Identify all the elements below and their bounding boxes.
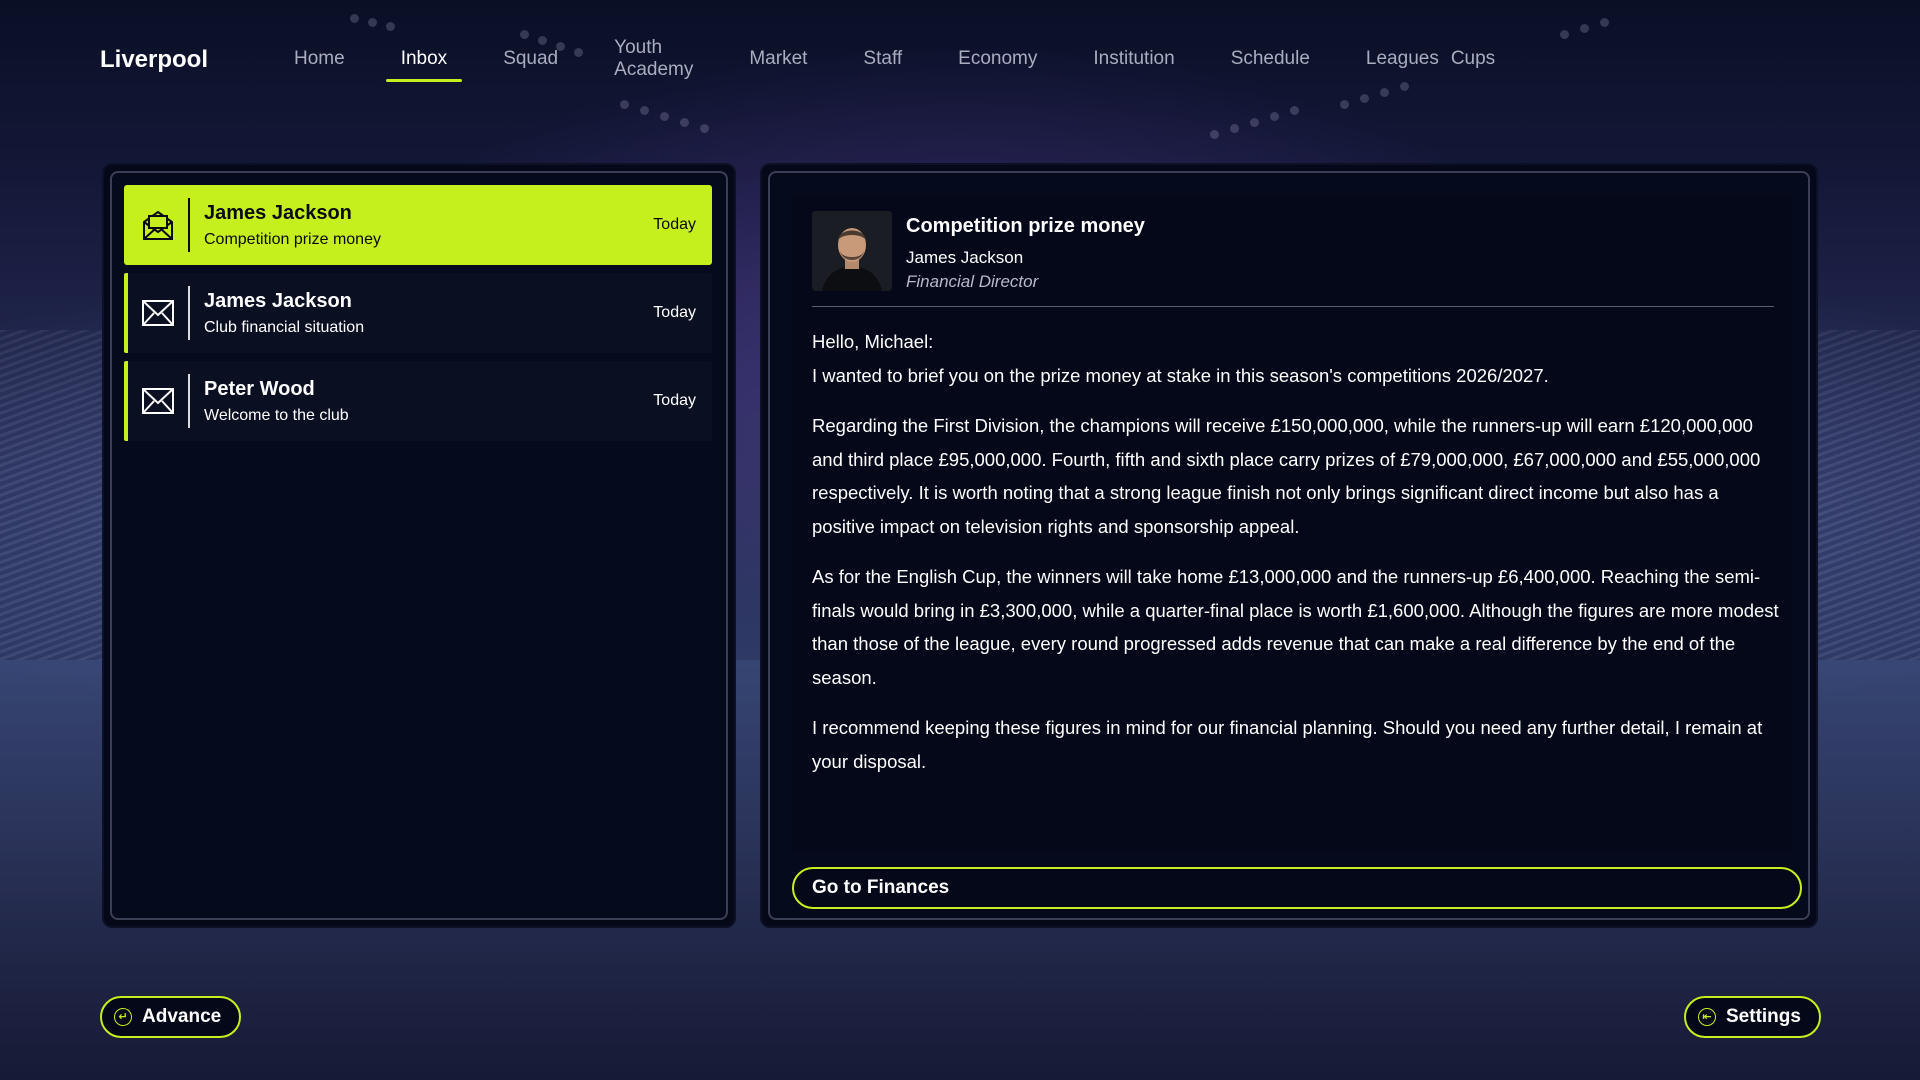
item-divider bbox=[188, 286, 190, 340]
message-panel-frame: Competition prize money James Jackson Fi… bbox=[768, 171, 1810, 920]
inbox-item-sender: James Jackson bbox=[204, 201, 352, 224]
inbox-item-text: James Jackson Club financial situation bbox=[204, 290, 653, 337]
stands-right-background bbox=[1810, 330, 1920, 660]
message-greeting: Hello, Michael: bbox=[812, 331, 934, 352]
enter-icon: ↵ bbox=[114, 1008, 132, 1026]
inbox-item-sender: James Jackson bbox=[204, 289, 352, 312]
envelope-open-icon bbox=[128, 185, 188, 265]
settings-button[interactable]: ⇤ Settings bbox=[1684, 996, 1821, 1038]
stands-left-background bbox=[0, 330, 110, 660]
nav-item-home[interactable]: Home bbox=[279, 42, 360, 78]
message-sender-role: Financial Director bbox=[906, 272, 1039, 291]
nav-item-staff[interactable]: Staff bbox=[848, 42, 917, 78]
inbox-item-date: Today bbox=[653, 392, 696, 409]
club-name: Liverpool bbox=[100, 46, 209, 73]
nav-item-inbox[interactable]: Inbox bbox=[385, 42, 463, 82]
person-avatar-icon bbox=[812, 211, 892, 291]
inbox-item-subject: Competition prize money bbox=[204, 230, 381, 248]
nav-item-cups[interactable]: Cups bbox=[1445, 42, 1510, 78]
inbox-item[interactable]: Peter Wood Welcome to the club Today bbox=[124, 361, 712, 441]
stadium-lights-decoration bbox=[0, 0, 1920, 160]
nav-item-economy[interactable]: Economy bbox=[943, 42, 1052, 78]
inbox-item-text: James Jackson Competition prize money bbox=[204, 202, 653, 249]
message-body: Hello, Michael: I wanted to brief you on… bbox=[812, 325, 1782, 795]
inbox-item-text: Peter Wood Welcome to the club bbox=[204, 378, 653, 425]
nav-item-institution[interactable]: Institution bbox=[1078, 42, 1189, 78]
message-paragraph: As for the English Cup, the winners will… bbox=[812, 566, 1779, 688]
go-to-finances-button[interactable]: Go to Finances bbox=[792, 867, 1802, 909]
item-divider bbox=[188, 374, 190, 428]
inbox-item[interactable]: James Jackson Club financial situation T… bbox=[124, 273, 712, 353]
message-header: Competition prize money James Jackson Fi… bbox=[812, 211, 1774, 307]
inbox-item-date: Today bbox=[653, 216, 696, 233]
inbox-item-sender: Peter Wood bbox=[204, 377, 315, 400]
item-divider bbox=[188, 198, 190, 252]
advance-button-label: Advance bbox=[142, 1006, 222, 1027]
message-paragraph: I recommend keeping these figures in min… bbox=[812, 717, 1763, 772]
message-paragraph: I wanted to brief you on the prize money… bbox=[812, 364, 1549, 386]
nav-item-youth-academy[interactable]: Youth Academy bbox=[599, 31, 708, 89]
top-navigation: Liverpool Home Inbox Squad Youth Academy… bbox=[100, 37, 1520, 82]
message-view: Competition prize money James Jackson Fi… bbox=[792, 195, 1792, 851]
advance-button[interactable]: ↵ Advance bbox=[100, 996, 242, 1038]
inbox-panel: James Jackson Competition prize money To… bbox=[102, 163, 736, 928]
nav-item-leagues[interactable]: Leagues bbox=[1351, 42, 1445, 78]
envelope-icon bbox=[128, 273, 188, 353]
message-sender: James Jackson bbox=[906, 248, 1024, 267]
nav-item-squad[interactable]: Squad bbox=[488, 42, 573, 78]
nav-item-schedule[interactable]: Schedule bbox=[1216, 42, 1325, 78]
inbox-item-date: Today bbox=[653, 304, 696, 321]
settings-button-label: Settings bbox=[1726, 1006, 1801, 1027]
nav-item-market[interactable]: Market bbox=[734, 42, 822, 78]
envelope-icon bbox=[128, 361, 188, 441]
inbox-item-subject: Welcome to the club bbox=[204, 406, 349, 424]
inbox-list: James Jackson Competition prize money To… bbox=[124, 185, 712, 449]
message-title: Competition prize money bbox=[906, 215, 1145, 237]
inbox-panel-frame: James Jackson Competition prize money To… bbox=[110, 171, 728, 920]
exit-icon: ⇤ bbox=[1698, 1008, 1716, 1026]
message-paragraph: Regarding the First Division, the champi… bbox=[812, 415, 1761, 537]
inbox-item-subject: Club financial situation bbox=[204, 318, 365, 336]
message-panel: Competition prize money James Jackson Fi… bbox=[760, 163, 1818, 928]
inbox-item[interactable]: James Jackson Competition prize money To… bbox=[124, 185, 712, 265]
